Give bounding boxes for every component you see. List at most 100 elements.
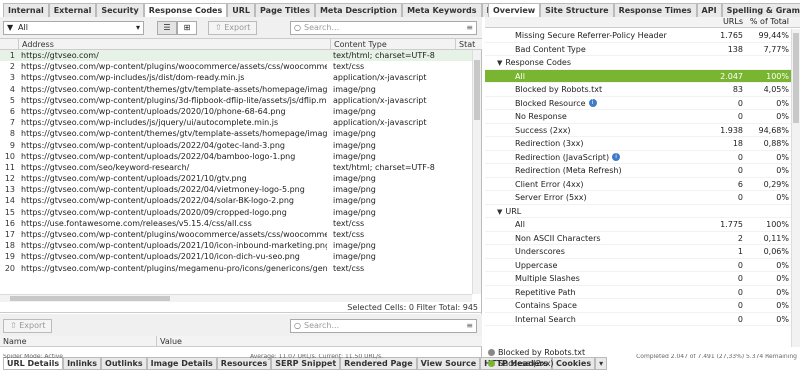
tab-url[interactable]: URL (227, 3, 256, 17)
list-view-button[interactable]: ☰ (157, 21, 177, 35)
tab-spelling-grammar[interactable]: Spelling & Grammar (721, 3, 800, 17)
row-number: 10 (4, 151, 15, 161)
table-row[interactable]: 20 https://gtvseo.com/wp-content/plugins/… (0, 263, 472, 274)
row-number: 1 (9, 51, 15, 60)
tree-item[interactable]: Missing Secure Referrer-Policy Header 1.7… (485, 29, 791, 43)
tree-item[interactable]: Underscores 1 0,06% (485, 245, 791, 259)
scroll-thumb[interactable] (474, 60, 480, 120)
search-options-icon[interactable]: ≡ (466, 22, 473, 34)
table-row[interactable]: 15 https://gtvseo.com/wp-content/uploads/… (0, 207, 472, 218)
search-options-icon[interactable]: ≡ (466, 320, 473, 332)
table-row[interactable]: 16 https://use.fontawesome.com/releases/v… (0, 218, 472, 229)
filter-dropdown[interactable]: ▼ All ▾ (3, 21, 144, 35)
col-name[interactable]: Name (0, 336, 156, 347)
overview-header: URLs % of Total (485, 17, 800, 28)
search-icon: ○ (294, 23, 301, 32)
table-row[interactable]: 13 https://gtvseo.com/wp-content/uploads/… (0, 184, 472, 195)
table-row[interactable]: 6 https://gtvseo.com/wp-content/uploads/2… (0, 106, 472, 117)
table-row[interactable]: 14 https://gtvseo.com/wp-content/uploads/… (0, 195, 472, 206)
scroll-thumb[interactable] (793, 33, 799, 123)
table-row[interactable]: 19 https://gtvseo.com/wp-content/uploads/… (0, 251, 472, 262)
row-address: https://gtvseo.com/wp-content/uploads/20… (21, 174, 247, 184)
tree-item[interactable]: Redirection (3xx) 18 0,88% (485, 137, 791, 151)
tree-item[interactable]: Blocked Resource i 0 0% (485, 97, 791, 110)
row-content-type: text/css (333, 62, 365, 72)
table-row[interactable]: 3 https://gtvseo.com/wp-includes/js/dist/… (0, 72, 472, 83)
tree-label-text: Non ASCII Characters (515, 233, 601, 243)
row-number: 15 (4, 207, 15, 217)
col-pct[interactable]: % of Total (741, 17, 789, 26)
table-row[interactable]: 17 https://gtvseo.com/wp-content/plugins/… (0, 229, 472, 240)
overview-scrollbar[interactable] (791, 29, 800, 347)
tree-item[interactable]: No Response 0 0% (485, 110, 791, 124)
tree-item[interactable]: All 1.775 100% (485, 218, 791, 232)
table-row[interactable]: 7 https://gtvseo.com/wp-includes/js/jquer… (0, 117, 472, 128)
table-row[interactable]: 9 https://gtvseo.com/wp-content/uploads/2… (0, 140, 472, 151)
tree-item[interactable]: Non ASCII Characters 2 0,11% (485, 232, 791, 245)
lower-search-input[interactable]: ○ Search... ≡ (290, 319, 477, 333)
table-row[interactable]: 8 https://gtvseo.com/wp-content/themes/gt… (0, 128, 472, 139)
export-button[interactable]: ⇧ Export (208, 21, 258, 35)
tree-item-label: Internal Search (515, 313, 576, 327)
col-urls[interactable]: URLs (699, 17, 743, 26)
info-icon[interactable]: i (612, 153, 621, 161)
scroll-thumb[interactable] (10, 296, 170, 301)
table-row[interactable]: 1 https://gtvseo.com/text/html; charset=U… (0, 50, 472, 62)
lower-table-header: Name Value (0, 336, 482, 347)
tree-item-label: ▼ Response Codes (497, 56, 571, 71)
tree-item[interactable]: Success (2xx) 1.938 94,68% (485, 124, 791, 138)
tree-label-text: Server Error (5xx) (515, 193, 587, 202)
tree-view-button[interactable]: ⊞ (177, 21, 197, 35)
collapse-icon[interactable]: ▼ (497, 208, 502, 216)
table-row[interactable]: 2 https://gtvseo.com/wp-content/plugins/w… (0, 61, 472, 72)
tab-site-structure[interactable]: Site Structure (540, 3, 614, 17)
tree-item-label: Success (2xx) (515, 124, 571, 138)
tree-label-text: No Response (515, 112, 567, 121)
tree-item[interactable]: Multiple Slashes 0 0% (485, 272, 791, 286)
tree-item[interactable]: Redirection (JavaScript) i 0 0% (485, 151, 791, 164)
table-row[interactable]: 10 https://gtvseo.com/wp-content/uploads/… (0, 151, 472, 162)
tab-meta-keywords[interactable]: Meta Keywords (402, 3, 482, 17)
tree-item[interactable]: Client Error (4xx) 6 0,29% (485, 178, 791, 191)
collapse-icon[interactable]: ▼ (497, 59, 502, 67)
tab-page-titles[interactable]: Page Titles (255, 3, 315, 17)
tree-item[interactable]: Uppercase 0 0% (485, 259, 791, 272)
tree-item-urls: 6 (737, 179, 743, 189)
tree-item[interactable]: Contains Space 0 0% (485, 299, 791, 313)
tree-item[interactable]: Redirection (Meta Refresh) 0 0% (485, 164, 791, 178)
table-row[interactable]: 5 https://gtvseo.com/wp-content/plugins/3… (0, 95, 472, 106)
tab-security[interactable]: Security (96, 3, 144, 17)
search-input[interactable]: ○ Search... ≡ (290, 21, 477, 35)
tab-internal[interactable]: Internal (3, 3, 49, 17)
legend-label: Success (2xx) (498, 359, 554, 368)
table-row[interactable]: 11 https://gtvseo.com/seo/keyword-researc… (0, 162, 472, 173)
tab-response-codes[interactable]: Response Codes (143, 3, 228, 17)
table-horizontal-scrollbar[interactable] (0, 294, 472, 302)
tree-item[interactable]: Bad Content Type 138 7,77% (485, 43, 791, 56)
lower-export-button[interactable]: ⇧ Export (3, 319, 53, 333)
tree-item[interactable]: Internal Search 0 0% (485, 313, 791, 327)
col-status[interactable]: Stat (455, 39, 482, 50)
tree-item[interactable]: Server Error (5xx) 0 0% (485, 191, 791, 205)
table-vertical-scrollbar[interactable] (472, 50, 481, 294)
col-content-type[interactable]: Content Type (330, 39, 455, 50)
tree-item-label: Blocked by Robots.txt (515, 83, 602, 97)
col-value[interactable]: Value (156, 336, 482, 347)
tree-item[interactable]: All 2.047 100% (485, 69, 791, 83)
tree-section[interactable]: ▼ Response Codes (485, 56, 791, 70)
table-row[interactable]: 12 https://gtvseo.com/wp-content/uploads/… (0, 173, 472, 184)
row-content-type: text/css (333, 263, 365, 273)
status-bar: Spider Mode: Active Average: 11.07 URL/s… (0, 354, 800, 360)
col-address[interactable]: Address (18, 39, 330, 50)
tab-overview[interactable]: Overview (488, 3, 541, 17)
tab-external[interactable]: External (48, 3, 97, 17)
tab-response-times[interactable]: Response Times (613, 3, 697, 17)
tab-api[interactable]: API (696, 3, 722, 17)
info-icon[interactable]: i (588, 99, 597, 107)
table-row[interactable]: 4 https://gtvseo.com/wp-content/themes/gt… (0, 84, 472, 95)
tab-meta-description[interactable]: Meta Description (314, 3, 403, 17)
tree-item[interactable]: Repetitive Path 0 0% (485, 286, 791, 299)
table-row[interactable]: 18 https://gtvseo.com/wp-content/uploads/… (0, 240, 472, 251)
tree-section[interactable]: ▼ URL (485, 205, 791, 218)
tree-item[interactable]: Blocked by Robots.txt 83 4,05% (485, 83, 791, 97)
